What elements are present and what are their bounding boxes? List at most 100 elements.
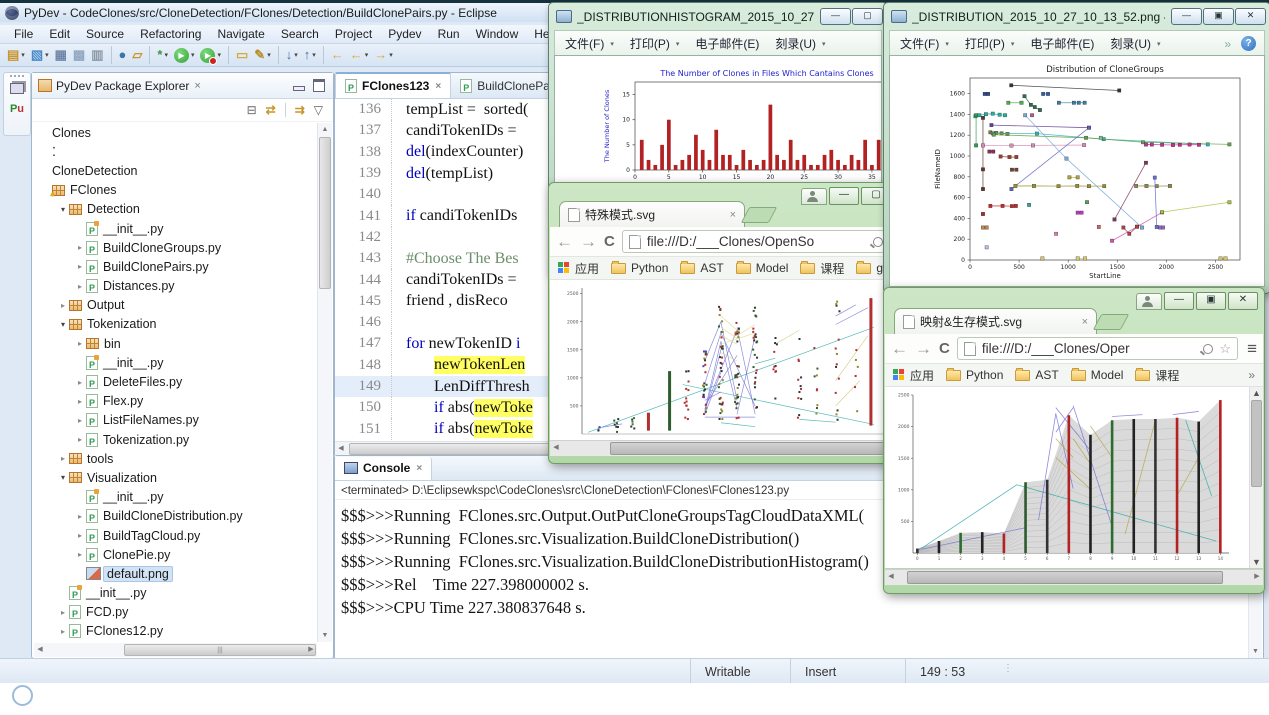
scroll-left-icon[interactable]: ◀ <box>550 441 562 456</box>
back-icon[interactable]: ← <box>556 232 573 252</box>
minimize-icon[interactable]: — <box>1171 8 1202 25</box>
tree-item-bin[interactable]: ▸bin <box>34 334 317 353</box>
dropdown-caret-icon[interactable]: ▾ <box>365 51 369 59</box>
new-tab-button[interactable] <box>741 207 778 223</box>
bookmark-1[interactable]: Python <box>611 261 668 275</box>
browser2-horizontal-scrollbar[interactable]: ◀ ▶ <box>885 569 1263 585</box>
bookmarks-overflow-icon[interactable]: » <box>1248 368 1255 382</box>
tree-closed-arrow-icon[interactable]: ▸ <box>74 550 86 559</box>
explorer-horizontal-scrollbar[interactable]: ◀ ||| ▶ <box>34 643 317 657</box>
scroll-left-icon[interactable]: ◀ <box>335 442 347 456</box>
bookmark-2[interactable]: AST <box>1015 368 1058 382</box>
scroll-up-icon[interactable]: ▲ <box>1250 388 1263 398</box>
tree-item-fclones12-py[interactable]: ▸FClones12.py <box>34 622 317 641</box>
menu-window[interactable]: Window <box>468 26 527 42</box>
viewer-menu-F[interactable]: 文件(F)▾ <box>900 35 961 52</box>
tree-item---init---py[interactable]: __init__.py <box>34 219 317 238</box>
close-icon[interactable]: ✕ <box>1228 292 1258 310</box>
close-icon[interactable]: × <box>194 80 200 92</box>
browser1-horizontal-scrollbar[interactable]: ◀ <box>550 440 896 456</box>
scroll-left-icon[interactable]: ◀ <box>885 570 897 585</box>
minimize-icon[interactable]: — <box>1164 292 1194 310</box>
python-icon[interactable]: ● <box>117 45 129 65</box>
tree-item-output[interactable]: ▸Output <box>34 296 317 315</box>
next-annotation-icon[interactable]: ↓▾ <box>284 45 300 65</box>
tab-console[interactable]: Console × <box>335 457 432 480</box>
restore-icon[interactable]: ▣ <box>1196 292 1226 310</box>
scroll-up-icon[interactable]: ▲ <box>318 123 332 136</box>
tree-item-buildtagcloud-py[interactable]: ▸BuildTagCloud.py <box>34 526 317 545</box>
scrollbar-thumb[interactable] <box>610 442 894 455</box>
bookmark-0[interactable]: 应用 <box>893 367 934 384</box>
reload-icon[interactable]: C <box>939 340 950 357</box>
minimize-icon[interactable]: — <box>820 8 851 25</box>
tree-closed-arrow-icon[interactable]: ▸ <box>74 397 86 406</box>
close-icon[interactable]: ✕ <box>1235 8 1266 25</box>
minimize-view-icon[interactable] <box>293 86 305 91</box>
bookmark-4[interactable]: 课程 <box>800 260 844 277</box>
tree-item---init---py[interactable]: __init__.py <box>34 488 317 507</box>
scroll-down-icon[interactable]: ▼ <box>318 629 332 642</box>
dropdown-caret-icon[interactable]: ▾ <box>217 51 221 59</box>
bookmark-4[interactable]: 课程 <box>1135 367 1179 384</box>
bookmark-0[interactable]: 应用 <box>558 260 599 277</box>
new-tab-button[interactable] <box>1093 314 1130 330</box>
scroll-down-icon[interactable]: ▼ <box>1250 557 1263 567</box>
menu-run[interactable]: Run <box>430 26 468 42</box>
tree-item-fclones123-py[interactable]: ▸▲FClones123.py <box>34 641 317 642</box>
restore-view-icon[interactable] <box>4 81 30 99</box>
menu-refactoring[interactable]: Refactoring <box>132 26 209 42</box>
last-edit-icon[interactable]: ← <box>329 45 346 65</box>
viewer-menu-P[interactable]: 打印(P)▾ <box>630 35 692 52</box>
tree-closed-arrow-icon[interactable]: ▸ <box>74 243 86 252</box>
new-wizard-icon[interactable]: ▤▾ <box>5 45 27 65</box>
menu-overflow-icon[interactable]: » <box>1224 37 1231 51</box>
filters-icon[interactable]: ⇉ <box>295 103 305 117</box>
package-explorer-title[interactable]: PyDev Package Explorer <box>56 79 189 93</box>
tree-item-distances-py[interactable]: ▸Distances.py <box>34 277 317 296</box>
collapse-all-icon[interactable]: ⊟ <box>247 103 257 117</box>
tree-closed-arrow-icon[interactable]: ▸ <box>74 339 86 348</box>
close-tab-icon[interactable]: × <box>730 209 736 221</box>
open-wizard-icon[interactable]: ▱ <box>130 45 144 65</box>
tree-item-buildclonedistribution-py[interactable]: ▸BuildCloneDistribution.py <box>34 507 317 526</box>
dropdown-caret-icon[interactable]: ▾ <box>21 51 25 59</box>
bookmark-3[interactable]: Model <box>736 261 789 275</box>
run-last-icon[interactable]: ▶▾ <box>198 45 223 65</box>
tree-item-clones[interactable]: Clones <box>34 123 317 142</box>
browser2-vertical-scrollbar[interactable]: ▲ ▼ <box>1249 387 1263 568</box>
menu-source[interactable]: Source <box>78 26 132 42</box>
tree-item-tokenization[interactable]: ▾Tokenization <box>34 315 317 334</box>
menu-icon[interactable]: ≡ <box>1247 339 1257 359</box>
menu-edit[interactable]: Edit <box>41 26 78 42</box>
scrollbar-thumb[interactable]: ||| <box>124 644 316 656</box>
back-icon[interactable]: ←▾ <box>348 45 371 65</box>
viewer-menu-P[interactable]: 打印(P)▾ <box>965 35 1027 52</box>
viewer1-titlebar[interactable]: _DISTRIBUTIONHISTOGRAM_2015_10_27_10_1..… <box>549 3 887 28</box>
close-tab-icon[interactable]: × <box>1082 316 1088 328</box>
print-icon[interactable]: ▥ <box>89 45 105 65</box>
minimize-icon[interactable]: — <box>829 187 859 205</box>
tree-item-flex-py[interactable]: ▸Flex.py <box>34 392 317 411</box>
dropdown-caret-icon[interactable]: ▾ <box>191 51 195 59</box>
tree-item-detection[interactable]: ▾Detection <box>34 200 317 219</box>
pydev-perspective-icon[interactable]: Pu <box>4 103 30 115</box>
help-icon[interactable]: ? <box>1241 36 1256 51</box>
back-icon[interactable]: ← <box>891 339 908 359</box>
tree-closed-arrow-icon[interactable]: ▸ <box>57 454 69 463</box>
link-with-editor-icon[interactable]: ⇄ <box>266 103 276 117</box>
prev-annotation-icon[interactable]: ↑▾ <box>302 45 318 65</box>
url-text[interactable]: file:///D:/___Clones/OpenSo <box>647 234 867 249</box>
tree-item-tools[interactable]: ▸tools <box>34 449 317 468</box>
open-folder-icon[interactable]: ▭ <box>234 45 250 65</box>
tree-closed-arrow-icon[interactable]: ▸ <box>74 378 86 387</box>
view-menu-icon[interactable]: ▽ <box>314 103 323 117</box>
profile-icon[interactable] <box>1136 293 1162 310</box>
tree-open-arrow-icon[interactable]: ▾ <box>57 205 69 214</box>
tree-open-arrow-icon[interactable]: ▾ <box>57 473 69 482</box>
tree-closed-arrow-icon[interactable]: ▸ <box>74 531 86 540</box>
viewer-menu-E[interactable]: 电子邮件(E) <box>695 35 771 52</box>
dropdown-caret-icon[interactable]: ▾ <box>267 51 271 59</box>
tree-item-default-png[interactable]: default.png <box>34 564 317 583</box>
tree-item-visualization[interactable]: ▾Visualization <box>34 468 317 487</box>
